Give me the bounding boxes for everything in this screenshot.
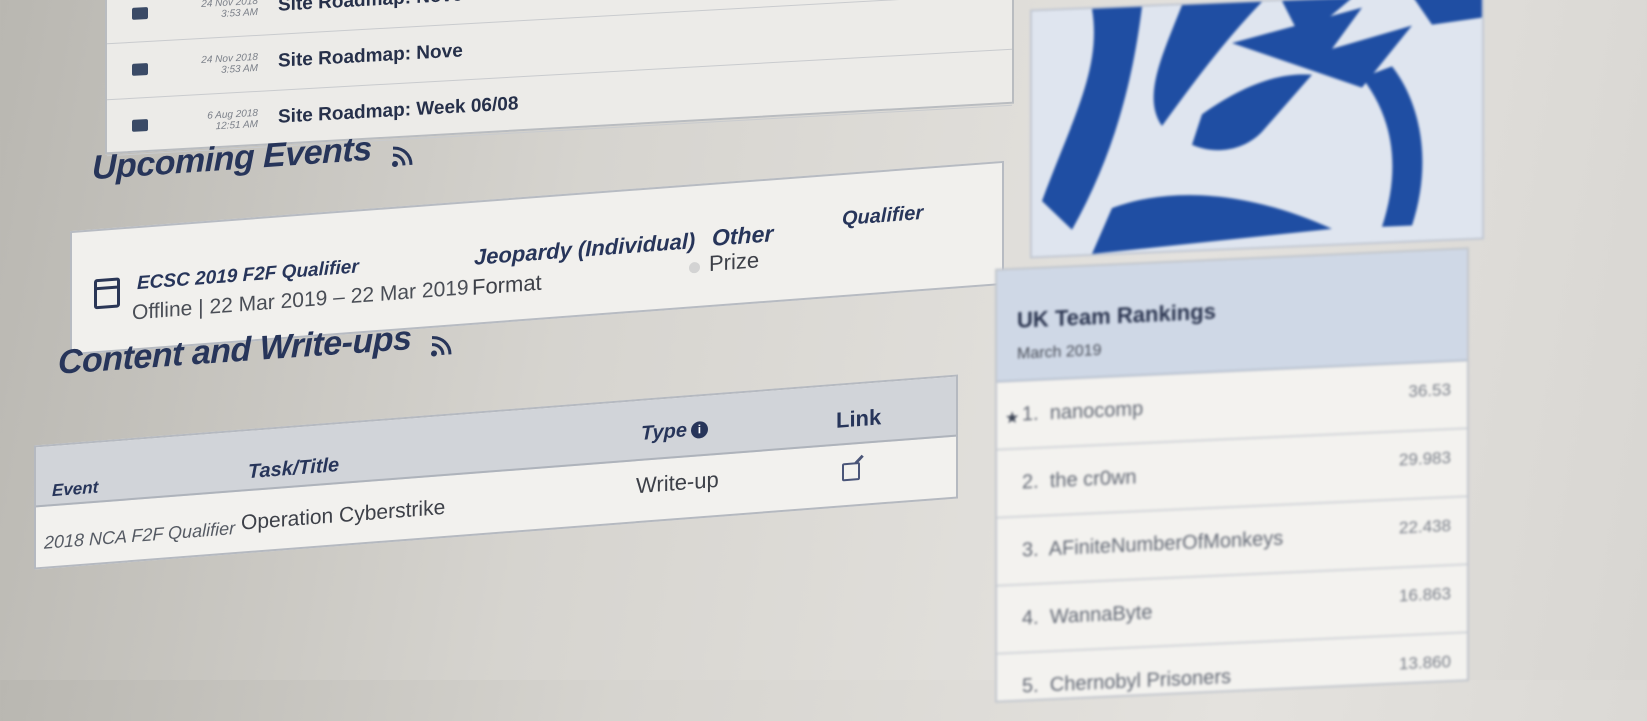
- rank-number: 5.: [1022, 674, 1039, 698]
- uk-team-rankings: UK Team Rankings March 2019 ★ 1. nanocom…: [995, 247, 1469, 703]
- team-score: 29.983: [1399, 448, 1451, 470]
- team-score: 36.53: [1408, 380, 1451, 401]
- prize-indicator: [689, 261, 700, 274]
- newspaper-icon: [132, 119, 148, 132]
- rankings-header: UK Team Rankings March 2019: [997, 249, 1467, 383]
- column-type-label: Type: [641, 419, 687, 445]
- event-type: Jeopardy (Individual): [474, 228, 696, 270]
- team-score: 13.860: [1399, 652, 1451, 674]
- news-list: 24 Nov 2018 3:53 AM Site Roadmap: Nove 2…: [105, 0, 1014, 157]
- event-qualifier: Qualifier: [842, 201, 924, 231]
- event-format-label: Format: [472, 269, 542, 300]
- external-link-icon[interactable]: [842, 461, 860, 482]
- event-prize-label: Prize: [709, 247, 760, 277]
- team-name[interactable]: nanocomp: [1050, 398, 1143, 424]
- team-name[interactable]: Chernobyl Prisoners: [1050, 666, 1231, 696]
- news-title[interactable]: Site Roadmap: Nove: [278, 40, 463, 72]
- column-link: Link: [836, 404, 882, 433]
- news-date: 6 Aug 2018 12:51 AM: [207, 107, 258, 133]
- rank-number: 1.: [1022, 402, 1039, 426]
- column-event[interactable]: Event: [52, 478, 98, 502]
- row-type: Write-up: [636, 466, 719, 499]
- rank-number: 2.: [1022, 470, 1039, 494]
- rankings-title[interactable]: UK Team Rankings: [1017, 299, 1216, 334]
- row-event[interactable]: 2018 NCA F2F Qualifier: [44, 518, 235, 554]
- rank-number: 3.: [1022, 538, 1039, 562]
- star-icon: ★: [1005, 409, 1020, 428]
- upcoming-events-panel: ECSC 2019 F2F Qualifier Offline | 22 Mar…: [70, 160, 1004, 356]
- news-date: 24 Nov 2018 3:53 AM: [201, 0, 258, 20]
- news-title[interactable]: Site Roadmap: Week 06/08: [278, 93, 518, 128]
- news-date: 24 Nov 2018 3:53 AM: [201, 51, 258, 76]
- team-name[interactable]: WannaByte: [1050, 602, 1153, 629]
- row-task[interactable]: Operation Cyberstrike: [241, 496, 445, 536]
- table-header: [36, 376, 956, 508]
- team-name[interactable]: AFiniteNumberOfMonkeys: [1049, 528, 1284, 561]
- rank-number: 4.: [1022, 606, 1039, 630]
- newspaper-icon: [132, 63, 148, 76]
- page: 24 Nov 2018 3:53 AM Site Roadmap: Nove 2…: [0, 0, 1647, 703]
- rss-icon[interactable]: [391, 137, 413, 168]
- rankings-subtitle: March 2019: [1017, 341, 1102, 363]
- content-table: Event Task/Title Type i Link 2018 NCA F2F…: [34, 374, 958, 570]
- brand-logo: [1030, 0, 1484, 259]
- info-icon[interactable]: i: [690, 420, 708, 440]
- rss-icon[interactable]: [430, 326, 452, 357]
- team-score: 22.438: [1399, 516, 1451, 538]
- news-title[interactable]: Site Roadmap: Nove: [278, 0, 463, 17]
- newspaper-icon: [132, 7, 148, 20]
- team-score: 16.863: [1399, 584, 1451, 606]
- team-name[interactable]: the cr0wn: [1050, 466, 1137, 492]
- calendar-icon: [94, 277, 120, 310]
- event-other: Other: [712, 220, 774, 251]
